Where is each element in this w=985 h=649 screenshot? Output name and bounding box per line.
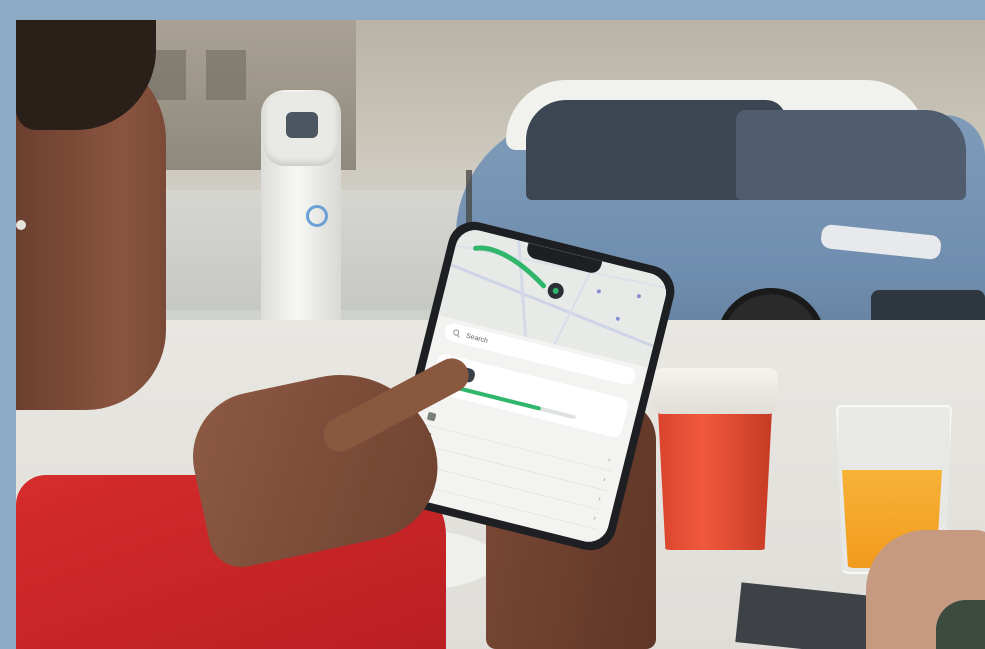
charger-screen [286,112,318,138]
charger-logo-icon [306,205,328,227]
chevron-right-icon: › [607,456,612,465]
car-windshield [736,110,966,200]
search-icon [453,329,460,338]
photo-frame: Search › › › › [16,20,985,649]
search-placeholder: Search [465,332,489,345]
lock-icon [426,411,437,421]
chevron-right-icon: › [597,495,602,503]
earring [16,220,26,230]
chevron-right-icon: › [592,514,597,523]
coffee-cup-lid [652,368,778,414]
chevron-right-icon: › [602,476,607,484]
building-window [206,50,246,100]
